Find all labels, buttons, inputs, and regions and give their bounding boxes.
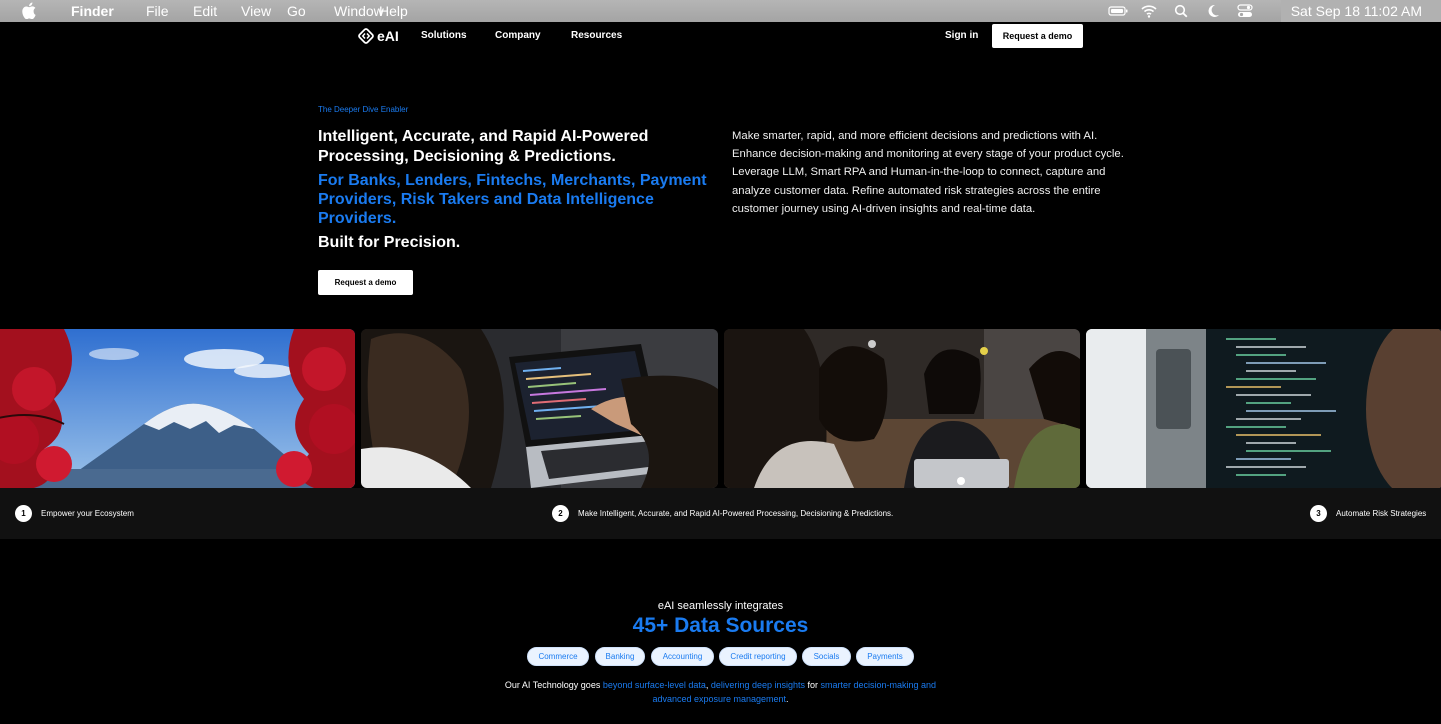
step-number: 3 bbox=[1310, 505, 1327, 522]
hero-headline: Intelligent, Accurate, and Rapid AI-Powe… bbox=[318, 128, 649, 165]
nav-link-company[interactable]: Company bbox=[495, 30, 541, 42]
step-label: Automate Risk Strategies bbox=[1336, 509, 1427, 518]
highlight-surface-data: beyond surface-level data bbox=[602, 680, 706, 690]
photo-mountain bbox=[0, 329, 355, 488]
category-pill-accounting[interactable]: Accounting bbox=[651, 647, 714, 666]
menu-file[interactable]: File bbox=[146, 3, 169, 19]
logo-icon bbox=[358, 28, 374, 44]
integrations-headline: 45+ Data Sources bbox=[632, 614, 809, 637]
category-pill-commerce[interactable]: Commerce bbox=[527, 647, 589, 666]
step-number: 1 bbox=[15, 505, 32, 522]
step-item-1[interactable]: 1 Empower your Ecosystem bbox=[15, 505, 134, 522]
step-label: Empower your Ecosystem bbox=[41, 509, 134, 518]
menu-bar: Finder File Edit View Go Window Help Sat… bbox=[0, 0, 1441, 22]
text-segment: . bbox=[786, 693, 789, 704]
hero-tagline: Built for Precision. bbox=[318, 234, 461, 251]
wifi-icon[interactable] bbox=[1141, 3, 1157, 19]
site-nav: eAI Solutions Company Resources Sign in … bbox=[0, 22, 1441, 50]
category-pill-banking[interactable]: Banking bbox=[595, 647, 645, 666]
step-number: 2 bbox=[552, 505, 569, 522]
hero-audience: For Banks, Lenders, Fintechs, Merchants,… bbox=[318, 172, 707, 227]
logo-text: eAI bbox=[377, 28, 399, 44]
logo[interactable]: eAI bbox=[357, 27, 399, 45]
do-not-disturb-icon[interactable] bbox=[1206, 3, 1220, 19]
step-item-2[interactable]: 2 Make Intelligent, Accurate, and Rapid … bbox=[552, 505, 893, 522]
menu-view[interactable]: View bbox=[241, 3, 271, 19]
integrations-intro: eAI seamlessly integrates bbox=[657, 600, 784, 612]
nav-link-resources[interactable]: Resources bbox=[571, 30, 622, 42]
nav-link-solutions[interactable]: Solutions bbox=[421, 30, 467, 42]
hero-request-demo-button[interactable]: Request a demo bbox=[318, 270, 413, 295]
photo-laptop-code bbox=[361, 329, 718, 488]
category-pill-socials[interactable]: Socials bbox=[802, 647, 851, 666]
menu-window[interactable]: Window bbox=[334, 3, 384, 19]
menu-edit[interactable]: Edit bbox=[193, 3, 217, 19]
category-pill-credit-reporting[interactable]: Credit reporting bbox=[719, 647, 797, 666]
menu-go[interactable]: Go bbox=[287, 3, 306, 19]
hero-eyebrow: The Deeper Dive Enabler bbox=[318, 105, 409, 114]
integrations-description: Our AI Technology goes beyond surface-le… bbox=[490, 679, 951, 706]
text-segment: Our AI Technology goes bbox=[504, 680, 603, 690]
category-pill-payments[interactable]: Payments bbox=[856, 647, 914, 666]
step-label: Make Intelligent, Accurate, and Rapid AI… bbox=[578, 509, 894, 518]
text-segment: for bbox=[804, 680, 821, 690]
battery-icon[interactable] bbox=[1108, 3, 1128, 19]
sign-in-link[interactable]: Sign in bbox=[945, 30, 978, 42]
nav-request-demo-button[interactable]: Request a demo bbox=[992, 24, 1083, 48]
photo-monitor-code bbox=[1086, 329, 1441, 488]
menubar-clock[interactable]: Sat Sep 18 11:02 AM bbox=[1291, 3, 1422, 19]
hero-description: Make smarter, rapid, and more efficient … bbox=[732, 130, 1124, 215]
apple-icon[interactable] bbox=[22, 2, 36, 19]
control-center-icon[interactable] bbox=[1237, 3, 1253, 19]
spotlight-search-icon[interactable] bbox=[1174, 3, 1188, 19]
menu-app-finder[interactable]: Finder bbox=[71, 3, 114, 19]
menu-help[interactable]: Help bbox=[379, 3, 408, 19]
photo-team-laptop bbox=[724, 329, 1080, 488]
highlight-deep-insights: delivering deep insights bbox=[710, 680, 805, 690]
step-item-3[interactable]: 3 Automate Risk Strategies bbox=[1310, 505, 1426, 522]
